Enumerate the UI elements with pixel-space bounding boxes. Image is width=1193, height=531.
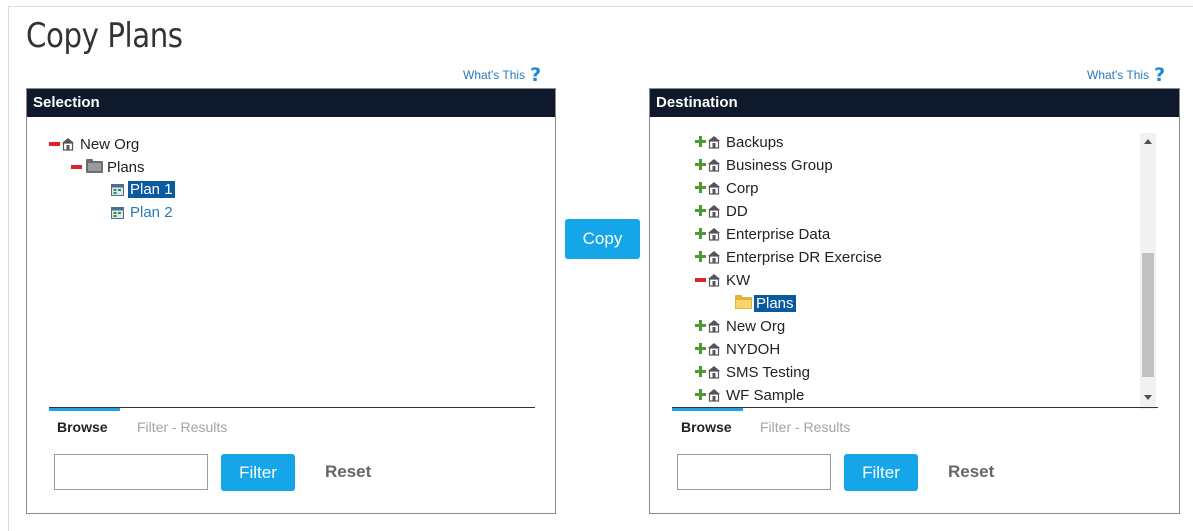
org-icon <box>708 251 720 264</box>
tree-node-label: Business Group <box>726 156 833 174</box>
org-icon <box>62 138 74 151</box>
tree-node-label: Plans <box>107 158 145 176</box>
destination-panel: Destination Backups Business Group Corp DD E… <box>649 88 1180 514</box>
tree-node-dd[interactable]: DD <box>695 200 750 222</box>
tree-node-business-group[interactable]: Business Group <box>695 154 835 176</box>
tree-node-wf-sample[interactable]: WF Sample <box>695 384 806 406</box>
tab-filter-results[interactable]: Filter - Results <box>137 419 227 435</box>
filter-input[interactable] <box>677 454 831 490</box>
tree-node-new-org[interactable]: New Org <box>49 133 141 155</box>
plan-icon <box>111 206 124 219</box>
tree-node-label: KW <box>726 271 751 289</box>
frame-left-border <box>8 6 9 531</box>
tree-node-plan-1[interactable]: Plan 1 <box>111 178 175 200</box>
tree-node-new-org[interactable]: New Org <box>695 315 787 337</box>
expand-icon[interactable] <box>695 227 706 241</box>
tree-node-label: Corp <box>726 179 759 197</box>
tree-node-enterprise-dr-exercise[interactable]: Enterprise DR Exercise <box>695 246 884 268</box>
help-question-icon: ? <box>530 64 542 86</box>
selection-panel: Selection New Org Plans Plan 1 Plan 2 Br… <box>26 88 556 514</box>
reset-button[interactable]: Reset <box>325 462 371 482</box>
tabs-divider <box>672 407 1158 408</box>
expand-icon[interactable] <box>695 319 706 333</box>
expand-icon[interactable] <box>695 158 706 172</box>
tree-node-nydoh[interactable]: NYDOH <box>695 338 782 360</box>
expand-icon[interactable] <box>695 181 706 195</box>
tree-node-label: Plans <box>754 294 796 312</box>
tree-node-label: Plan 2 <box>130 203 173 221</box>
tabs-divider <box>49 407 535 408</box>
tree-node-plans[interactable]: Plans <box>735 292 796 314</box>
expand-icon[interactable] <box>695 250 706 264</box>
tree-node-label: Plan 1 <box>128 180 175 198</box>
destination-tree: Backups Business Group Corp DD Enterprise Da… <box>695 131 1135 407</box>
org-icon <box>708 343 720 356</box>
filter-input[interactable] <box>54 454 208 490</box>
tree-node-label: Backups <box>726 133 784 151</box>
org-icon <box>708 320 720 333</box>
tree-node-label: Enterprise Data <box>726 225 831 243</box>
expand-icon[interactable] <box>695 135 706 149</box>
expand-icon[interactable] <box>695 388 706 402</box>
page-title: Copy Plans <box>26 16 183 56</box>
tree-node-enterprise-data[interactable]: Enterprise Data <box>695 223 832 245</box>
whats-this-label: What's This <box>463 68 526 82</box>
selection-header: Selection <box>27 89 555 117</box>
scroll-up-icon[interactable] <box>1144 139 1152 144</box>
scroll-down-icon[interactable] <box>1144 395 1152 400</box>
copy-button[interactable]: Copy <box>565 219 640 259</box>
help-question-icon: ? <box>1154 64 1166 86</box>
reset-button[interactable]: Reset <box>948 462 994 482</box>
expand-icon[interactable] <box>695 342 706 356</box>
tab-browse[interactable]: Browse <box>57 419 108 435</box>
org-icon <box>708 389 720 402</box>
tree-node-label: WF Sample <box>726 386 805 404</box>
tree-node-plan-2[interactable]: Plan 2 <box>111 201 175 223</box>
org-icon <box>708 136 720 149</box>
tab-browse[interactable]: Browse <box>681 419 732 435</box>
scroll-thumb[interactable] <box>1142 253 1154 377</box>
tree-node-plans[interactable]: Plans <box>71 156 147 178</box>
filter-button[interactable]: Filter <box>221 454 295 491</box>
tree-node-label: NYDOH <box>726 340 781 358</box>
collapse-icon[interactable] <box>695 273 706 287</box>
whats-this-link-selection[interactable]: What's This ? <box>463 64 542 86</box>
tree-node-corp[interactable]: Corp <box>695 177 761 199</box>
filter-button[interactable]: Filter <box>844 454 918 491</box>
tree-node-kw[interactable]: KW <box>695 269 752 291</box>
plan-icon <box>111 183 124 196</box>
org-icon <box>708 228 720 241</box>
whats-this-label: What's This <box>1087 68 1150 82</box>
org-icon <box>708 159 720 172</box>
org-icon <box>708 366 720 379</box>
collapse-icon[interactable] <box>71 160 82 174</box>
folder-icon <box>86 159 103 173</box>
tree-node-label: New Org <box>726 317 786 335</box>
org-icon <box>708 274 720 287</box>
destination-scrollbar[interactable] <box>1140 133 1156 409</box>
tree-node-label: New Org <box>80 135 140 153</box>
org-icon <box>708 205 720 218</box>
org-icon <box>708 182 720 195</box>
tree-node-label: DD <box>726 202 748 220</box>
expand-icon[interactable] <box>695 204 706 218</box>
collapse-icon[interactable] <box>49 137 60 151</box>
whats-this-link-destination[interactable]: What's This ? <box>1087 64 1166 86</box>
tree-node-backups[interactable]: Backups <box>695 131 786 153</box>
tab-filter-results[interactable]: Filter - Results <box>760 419 850 435</box>
folder-open-icon <box>735 295 752 309</box>
destination-header: Destination <box>650 89 1179 117</box>
tree-node-label: SMS Testing <box>726 363 810 381</box>
expand-icon[interactable] <box>695 365 706 379</box>
frame-top-border <box>8 6 1193 7</box>
tree-node-sms-testing[interactable]: SMS Testing <box>695 361 812 383</box>
tree-node-label: Enterprise DR Exercise <box>726 248 882 266</box>
